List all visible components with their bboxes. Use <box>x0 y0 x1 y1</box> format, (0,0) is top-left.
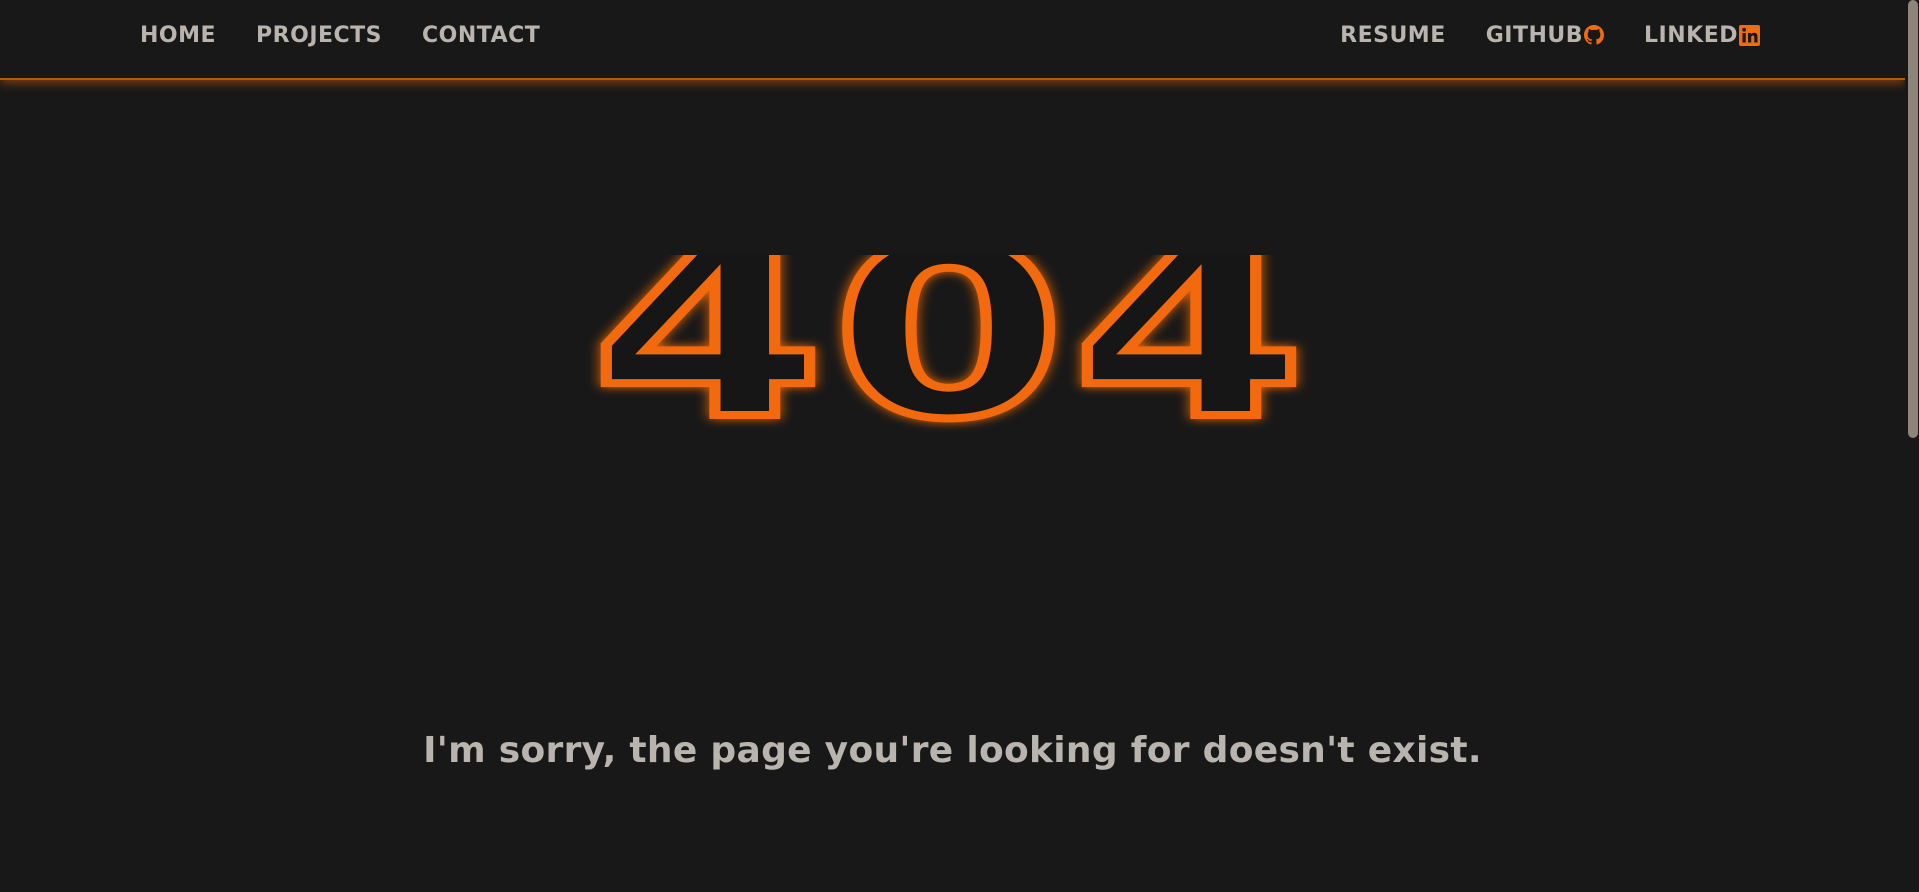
nav-left-group: HOME PROJECTS CONTACT <box>140 0 580 70</box>
error-code-text: 404 <box>591 255 1313 472</box>
error-code-heading: 404 <box>587 255 1313 476</box>
page-scrollbar[interactable] <box>1905 0 1919 892</box>
nav-contact-link[interactable]: CONTACT <box>422 23 540 48</box>
scrollbar-thumb[interactable] <box>1908 0 1918 438</box>
nav-github-link[interactable]: GITHUB <box>1485 22 1605 48</box>
nav-resume-label: RESUME <box>1340 22 1446 48</box>
nav-linkedin-label: LINKED <box>1644 22 1738 48</box>
nav-home-link[interactable]: HOME <box>140 23 216 48</box>
top-navbar: HOME PROJECTS CONTACT RESUME GITHUB LINK… <box>0 0 1905 80</box>
nav-projects-link[interactable]: PROJECTS <box>256 23 382 48</box>
error-message: I'm sorry, the page you're looking for d… <box>423 730 1482 771</box>
error-hero: 404 I'm sorry, the page you're looking f… <box>0 80 1905 892</box>
nav-resume-link[interactable]: RESUME <box>1340 23 1446 48</box>
nav-right-group: RESUME GITHUB LINKED <box>1300 0 1760 70</box>
github-icon <box>1584 25 1605 45</box>
nav-github-label: GITHUB <box>1485 22 1584 48</box>
nav-linkedin-link[interactable]: LINKED <box>1644 23 1760 48</box>
linkedin-icon <box>1739 24 1760 46</box>
